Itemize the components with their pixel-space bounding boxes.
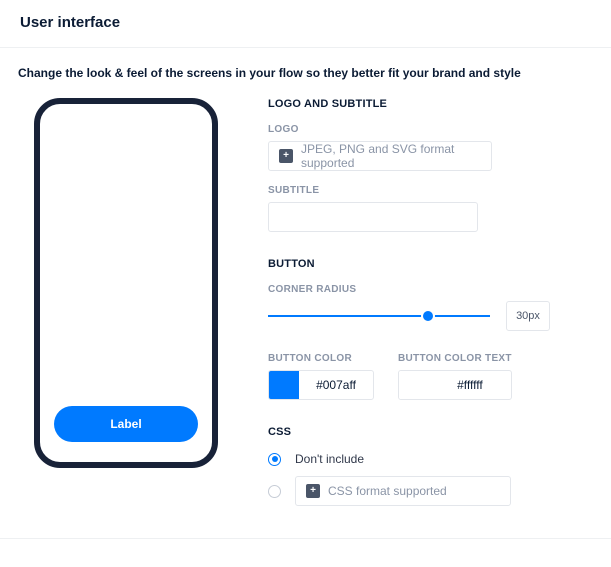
- logo-label: LOGO: [268, 124, 593, 135]
- content-row: Label LOGO AND SUBTITLE LOGO JPEG, PNG a…: [0, 80, 611, 538]
- logo-upload-input[interactable]: JPEG, PNG and SVG format supported: [268, 141, 492, 171]
- subtitle-label: SUBTITLE: [268, 185, 593, 196]
- page-description: Change the look & feel of the screens in…: [0, 48, 611, 80]
- button-text-color-value: #ffffff: [429, 378, 511, 392]
- radio-dont-include[interactable]: [268, 453, 281, 466]
- section-title-button: BUTTON: [268, 258, 593, 270]
- phone-screen: Label: [40, 104, 212, 462]
- page-title: User interface: [0, 0, 611, 47]
- file-upload-icon: [279, 149, 293, 163]
- slider-track: [268, 315, 490, 317]
- css-upload-input[interactable]: CSS format supported: [295, 476, 511, 506]
- button-text-color-swatch[interactable]: [399, 371, 429, 399]
- slider-thumb[interactable]: [423, 311, 433, 321]
- preview-button: Label: [54, 406, 198, 442]
- phone-frame: Label: [34, 98, 218, 468]
- phone-preview: Label: [34, 98, 218, 516]
- settings-panel: LOGO AND SUBTITLE LOGO JPEG, PNG and SVG…: [268, 98, 593, 516]
- button-color-input[interactable]: #007aff: [268, 370, 374, 400]
- button-text-color-input[interactable]: #ffffff: [398, 370, 512, 400]
- corner-radius-label: CORNER RADIUS: [268, 284, 593, 295]
- section-title-logo-subtitle: LOGO AND SUBTITLE: [268, 98, 593, 110]
- css-option-dont-include[interactable]: Don't include: [268, 452, 593, 466]
- logo-upload-placeholder: JPEG, PNG and SVG format supported: [301, 142, 481, 170]
- radio-upload[interactable]: [268, 485, 281, 498]
- button-color-value: #007aff: [299, 378, 373, 392]
- subtitle-input[interactable]: [268, 202, 478, 232]
- css-dont-include-label: Don't include: [295, 452, 364, 466]
- css-option-upload[interactable]: CSS format supported: [268, 476, 593, 506]
- corner-radius-value[interactable]: 30px: [506, 301, 550, 331]
- button-text-color-label: BUTTON COLOR TEXT: [398, 353, 512, 364]
- button-color-label: BUTTON COLOR: [268, 353, 374, 364]
- css-upload-placeholder: CSS format supported: [328, 484, 447, 498]
- file-upload-icon: [306, 484, 320, 498]
- button-color-swatch[interactable]: [269, 371, 299, 399]
- divider-bottom: [0, 538, 611, 539]
- corner-radius-slider[interactable]: [268, 308, 490, 324]
- section-title-css: CSS: [268, 426, 593, 438]
